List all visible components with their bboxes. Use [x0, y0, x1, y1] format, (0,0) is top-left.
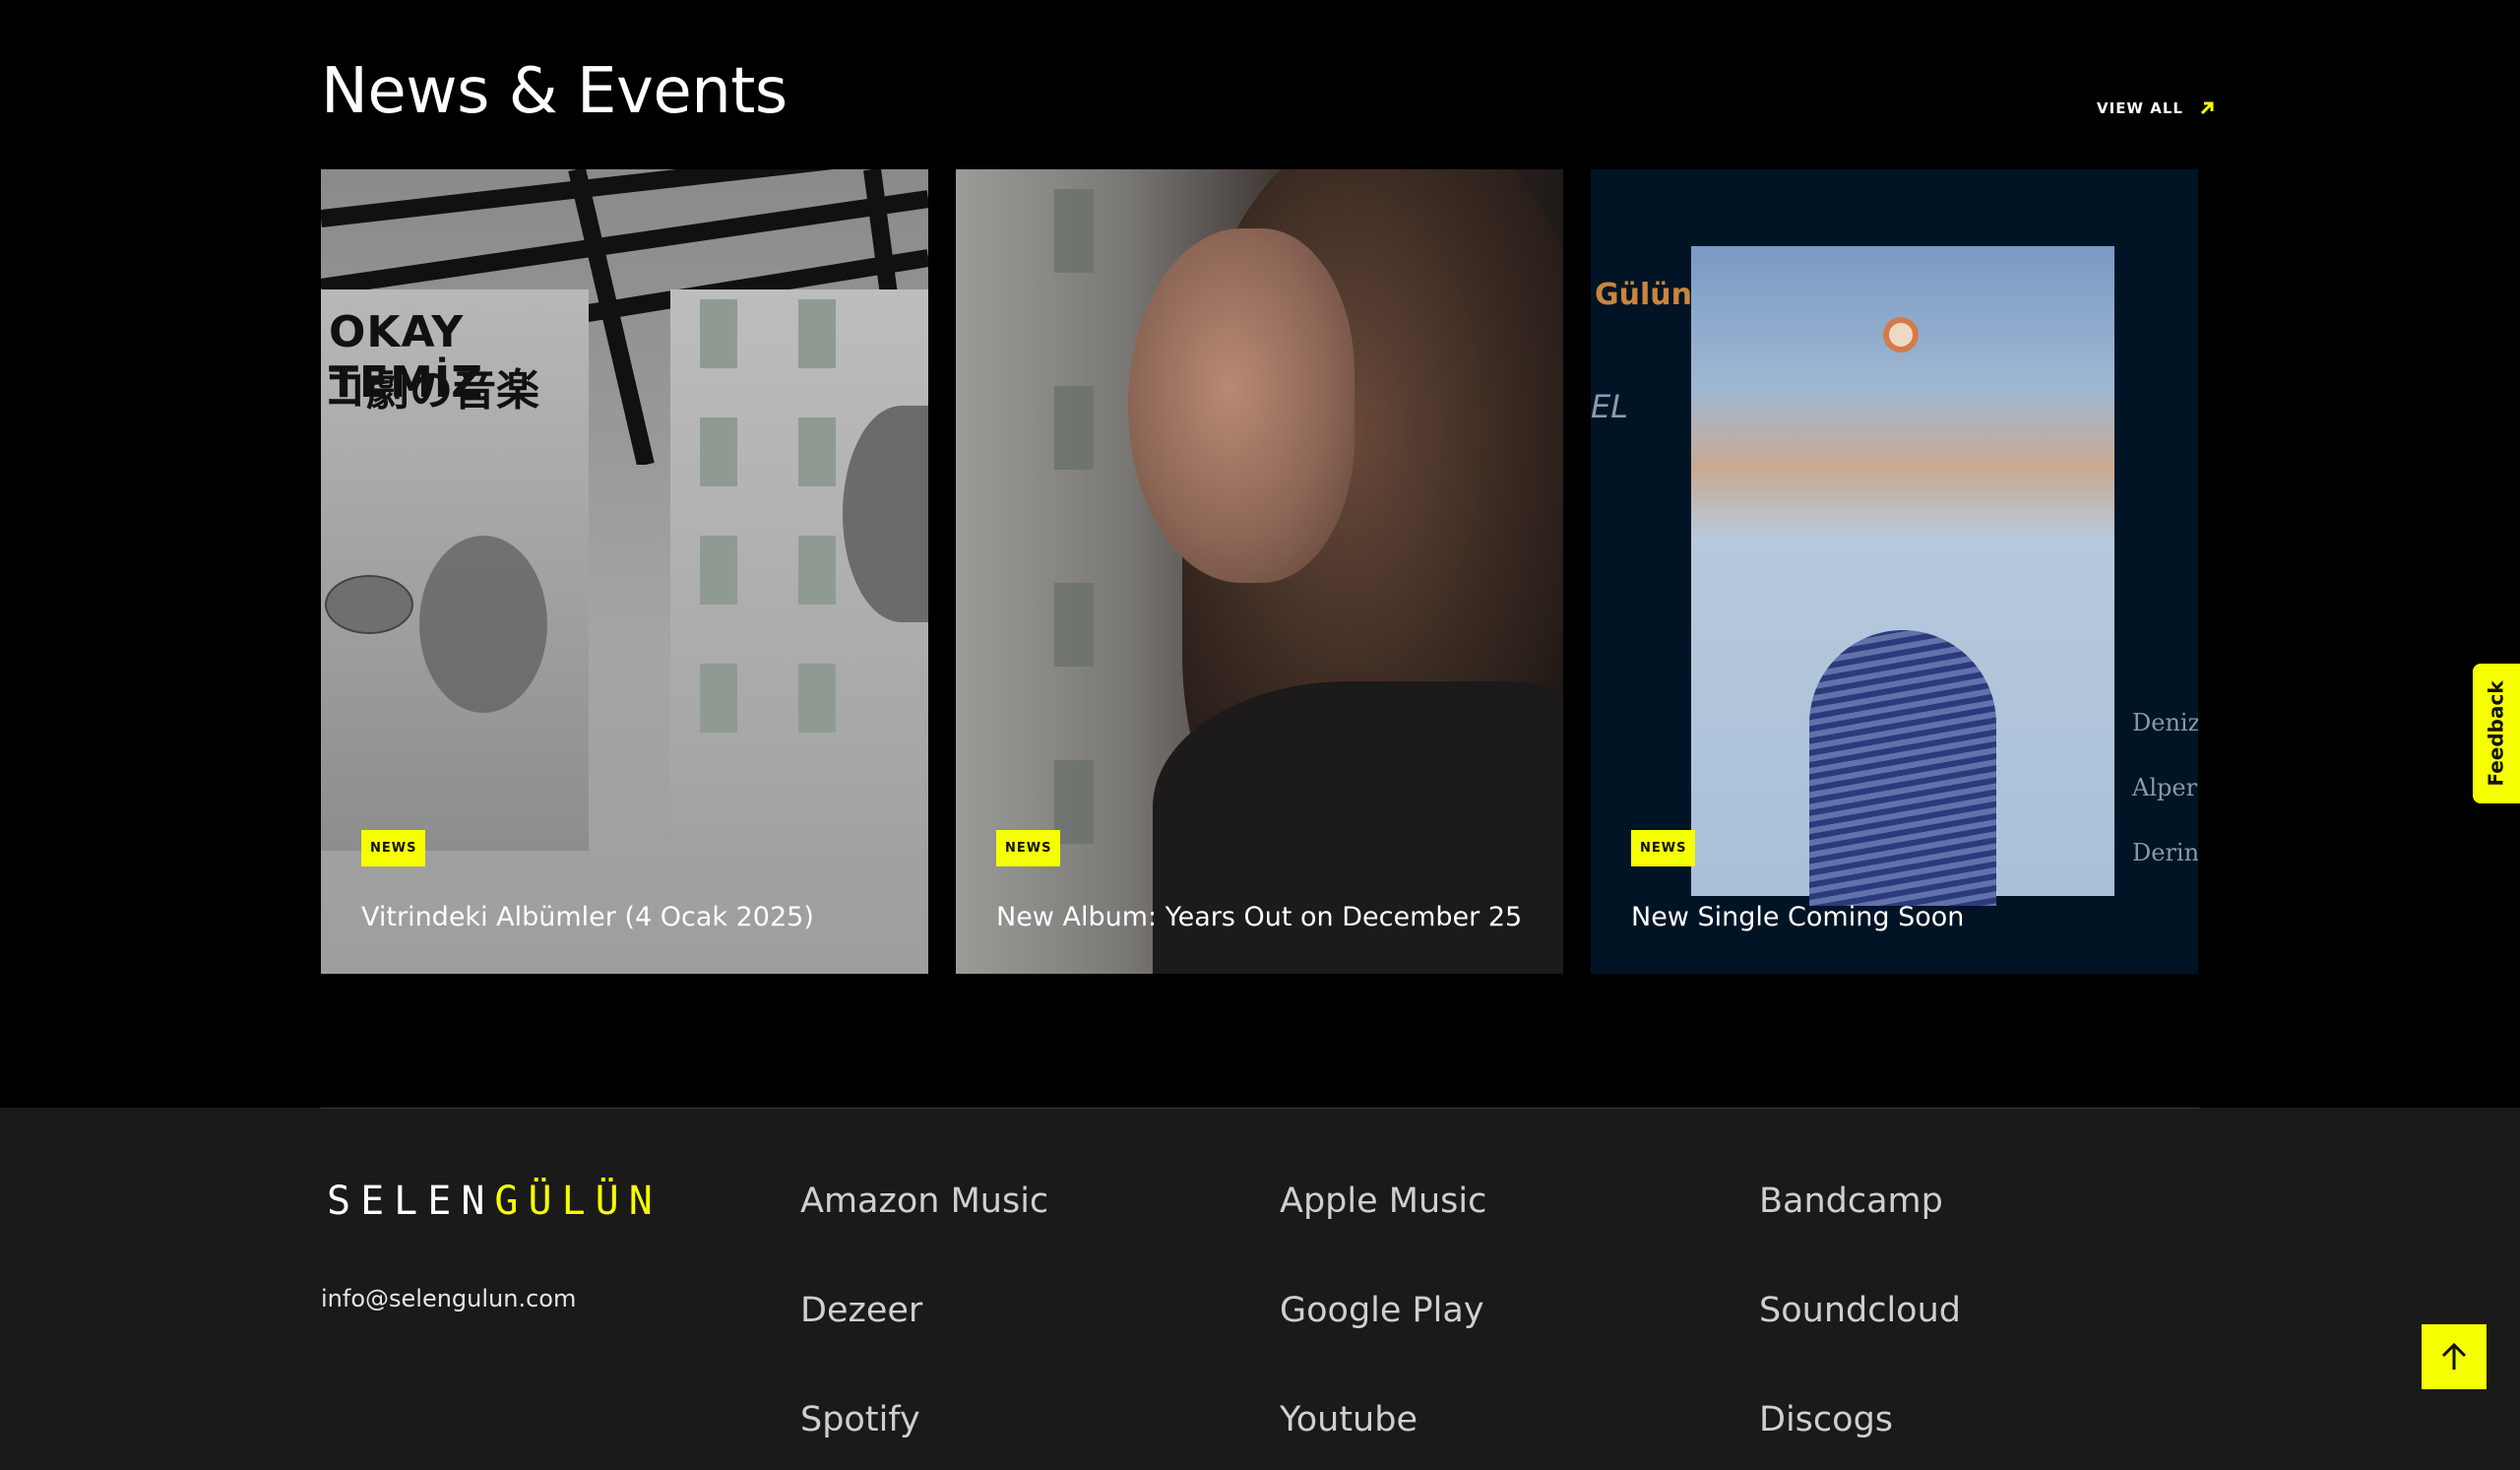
window-pane [1054, 189, 1094, 273]
scroll-to-top-button[interactable] [2422, 1324, 2487, 1389]
album-cover-text: EL [1591, 388, 1629, 425]
footer-link-bandcamp[interactable]: Bandcamp [1759, 1177, 2199, 1227]
news-events-section: News & Events VIEW ALL OKAY TEMİZ コ劇の音楽 [0, 0, 2520, 1108]
logo-part: GÜLÜN [494, 1179, 662, 1224]
footer-divider [321, 1108, 2199, 1109]
view-all-link[interactable]: VIEW ALL [2097, 98, 2217, 118]
news-card[interactable]: Gülün EL Deniz Alper Derin NEWS New Sing… [1591, 169, 2198, 974]
section-title: News & Events [321, 55, 788, 128]
site-logo[interactable]: SELEN GÜLÜN [327, 1179, 662, 1224]
window-pane [798, 417, 836, 486]
streaming-links: Amazon Music Apple Music Bandcamp Dezeer… [800, 1177, 2199, 1445]
email-link[interactable]: info@selengulun.com [321, 1285, 576, 1312]
feedback-label: Feedback [2485, 680, 2509, 787]
footer-link-google-play[interactable]: Google Play [1280, 1286, 1759, 1336]
footer-link-youtube[interactable]: Youtube [1280, 1395, 1759, 1445]
footer-link-amazon-music[interactable]: Amazon Music [800, 1177, 1280, 1227]
feedback-tab[interactable]: Feedback [2473, 664, 2520, 803]
news-card[interactable]: OKAY TEMİZ コ劇の音楽 NEWS Vitrindeki Albümle… [321, 169, 928, 974]
album-credit: Deniz [2132, 709, 2198, 736]
card-image-poster: OKAY TEMİZ コ劇の音楽 [321, 289, 589, 851]
footer-link-spotify[interactable]: Spotify [800, 1395, 1280, 1445]
news-cards: OKAY TEMİZ コ劇の音楽 NEWS Vitrindeki Albümle… [321, 169, 2199, 974]
card-tag: NEWS [1631, 830, 1696, 866]
arch-motif [1809, 630, 1996, 906]
news-card[interactable]: NEWS New Album: Years Out on December 25 [956, 169, 1563, 974]
footer: SELEN GÜLÜN info@selengulun.com Amazon M… [0, 1108, 2520, 1470]
window-pane [700, 417, 737, 486]
card-tag: NEWS [361, 830, 426, 866]
portrait-face [1128, 228, 1354, 583]
card-title[interactable]: New Single Coming Soon [1631, 902, 1964, 932]
window-pane [700, 536, 737, 605]
sun-motif [1883, 317, 1919, 352]
window-pane [798, 536, 836, 605]
card-title[interactable]: New Album: Years Out on December 25 [996, 902, 1522, 932]
window-pane [700, 664, 737, 733]
footer-link-soundcloud[interactable]: Soundcloud [1759, 1286, 2199, 1336]
view-all-label: VIEW ALL [2097, 99, 2183, 117]
poster-cymbal [325, 575, 413, 634]
window-pane [798, 664, 836, 733]
card-title[interactable]: Vitrindeki Albümler (4 Ocak 2025) [361, 902, 814, 932]
album-credit: Derin [2132, 839, 2198, 866]
window-pane [798, 299, 836, 368]
footer-link-discogs[interactable]: Discogs [1759, 1395, 2199, 1445]
album-cover-art [1691, 246, 2114, 906]
card-tag: NEWS [996, 830, 1061, 866]
footer-link-dezeer[interactable]: Dezeer [800, 1286, 1280, 1336]
window-pane [1054, 583, 1094, 667]
arrow-up-right-icon [2200, 101, 2214, 115]
logo-part: SELEN [327, 1179, 495, 1224]
poster-shadow [419, 536, 547, 713]
footer-link-apple-music[interactable]: Apple Music [1280, 1177, 1759, 1227]
album-artist-text: Gülün [1595, 278, 1692, 312]
album-credit: Alper [2132, 774, 2198, 801]
window-pane [700, 299, 737, 368]
window-pane [1054, 386, 1094, 470]
arrow-up-icon [2441, 1342, 2467, 1370]
poster-text: コ劇の音楽 [323, 365, 539, 415]
